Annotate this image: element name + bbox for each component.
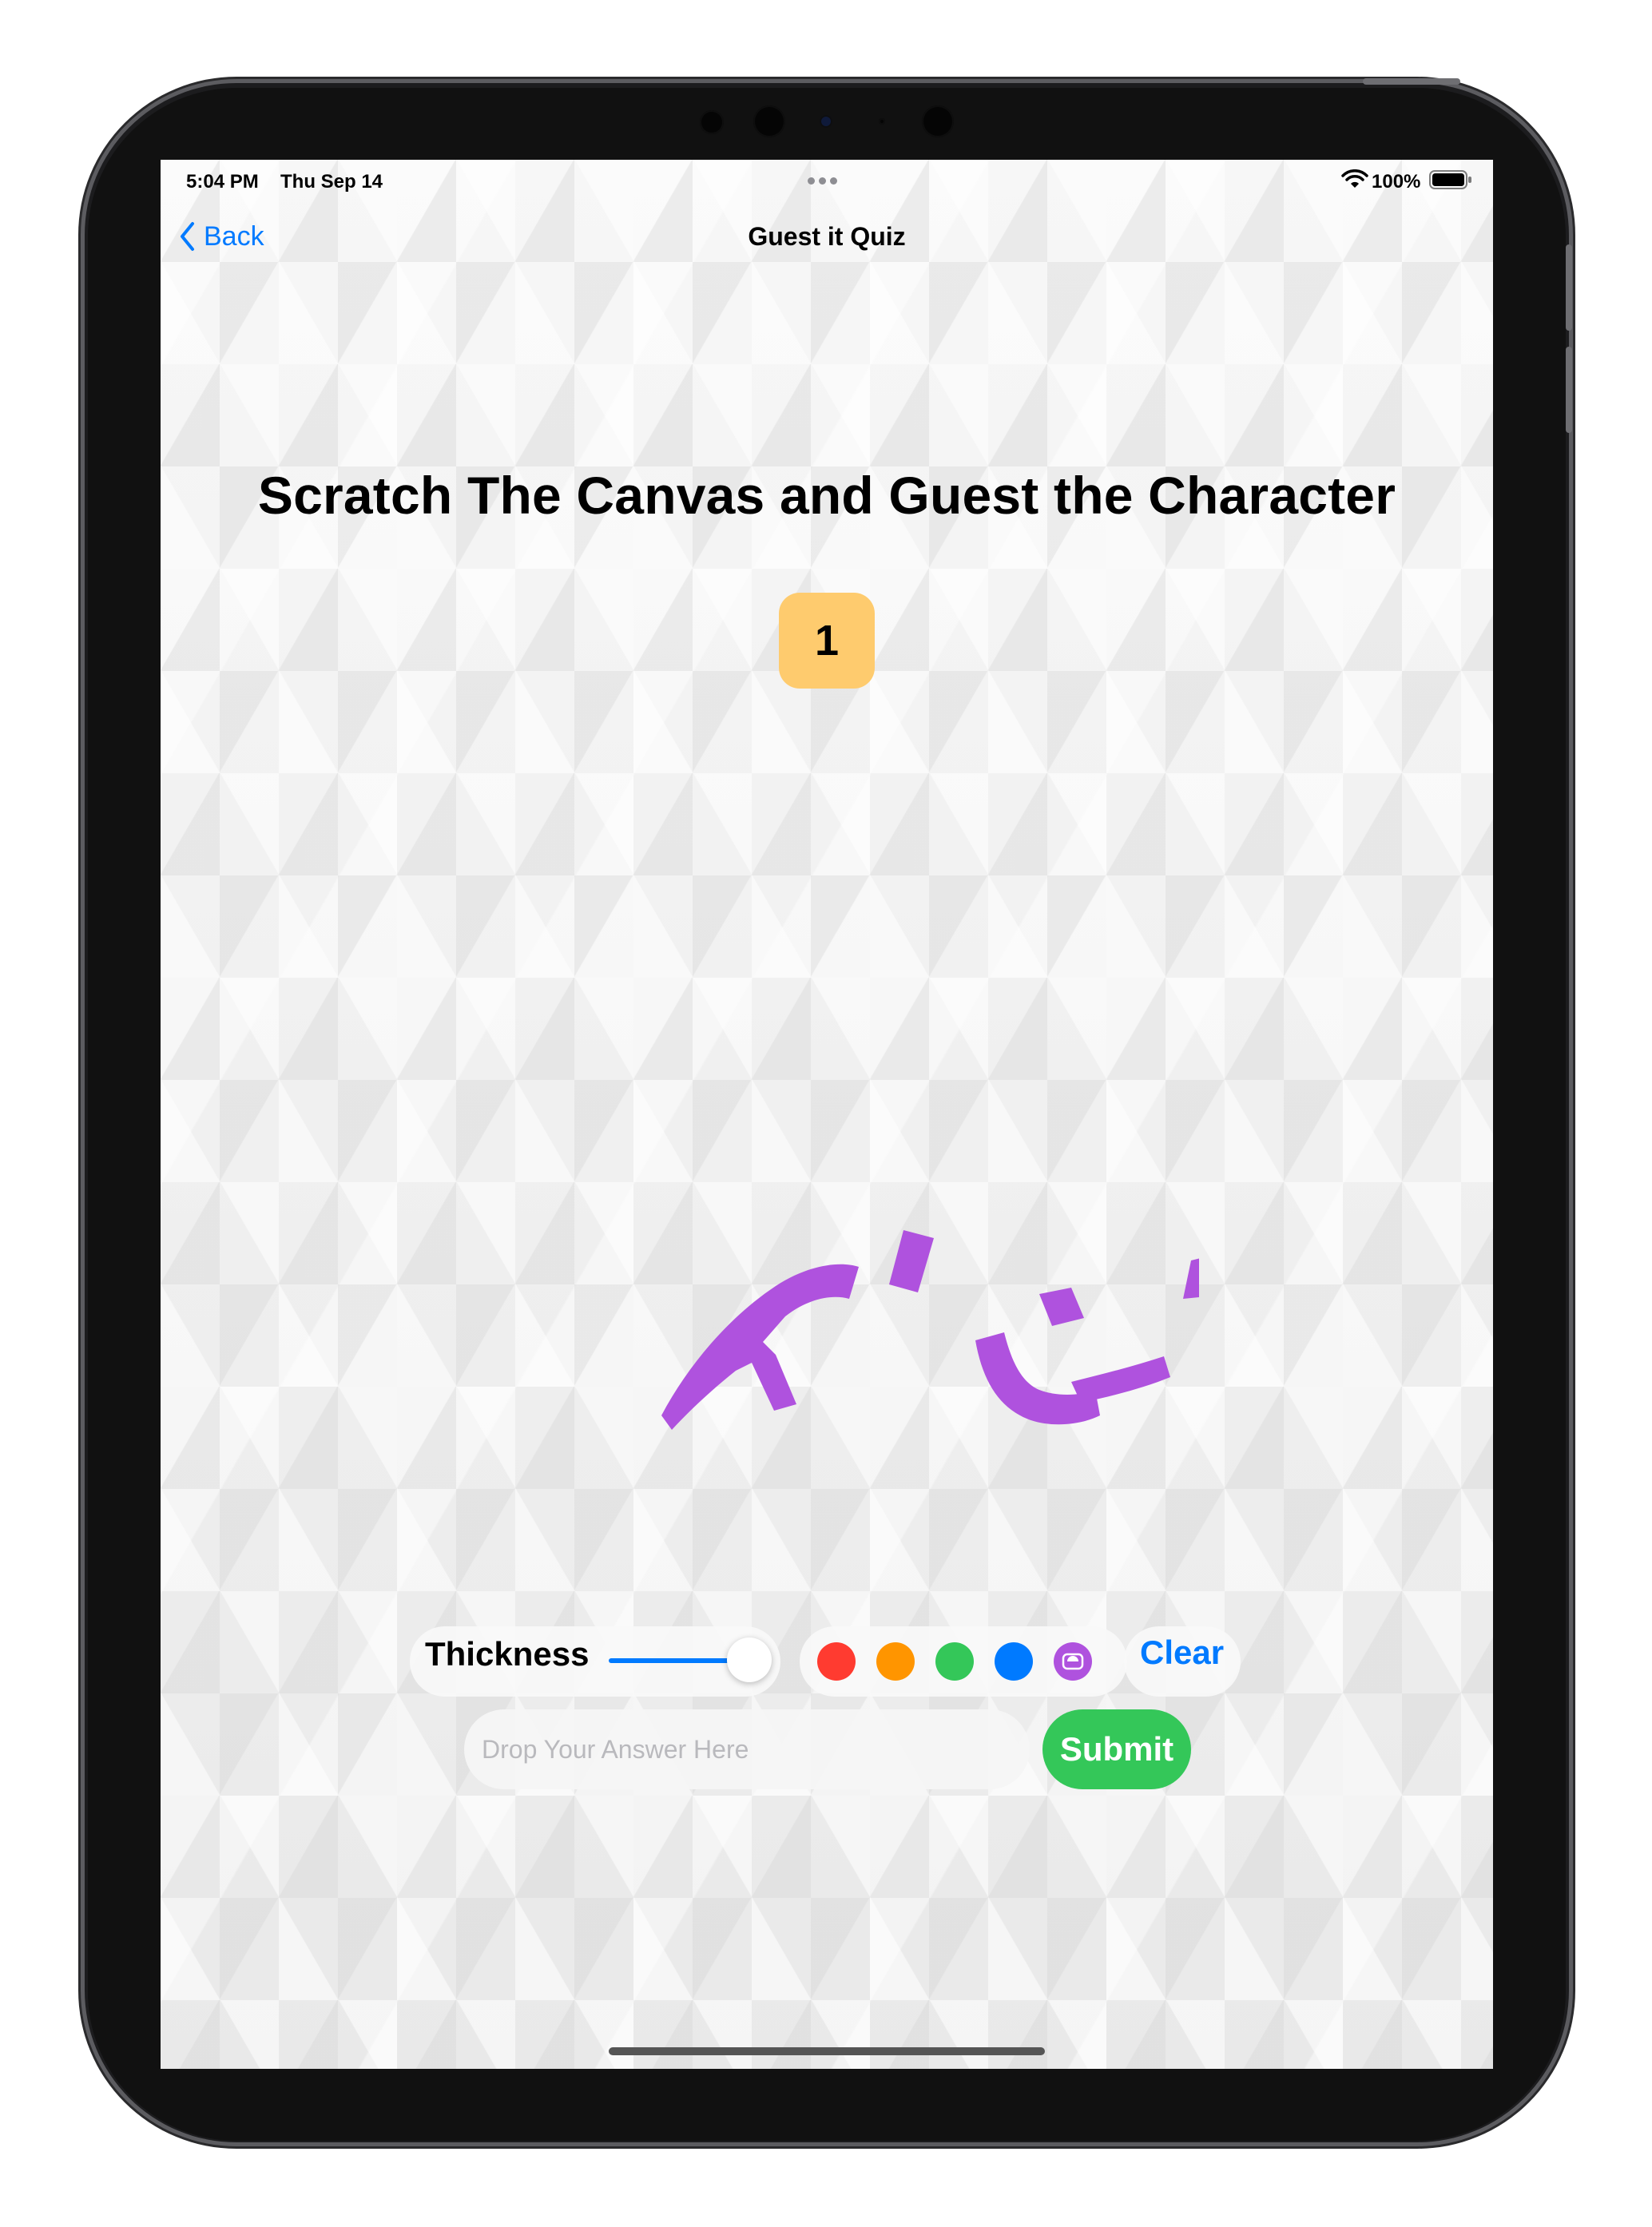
camera-sensor <box>700 110 724 134</box>
scratch-strokes <box>661 1230 1199 1430</box>
selected-color-icon <box>1062 1653 1084 1670</box>
camera-sensor <box>922 105 954 137</box>
top-button <box>1363 78 1460 85</box>
front-camera-icon <box>820 115 832 128</box>
nav-title: Guest it Quiz <box>748 222 906 251</box>
camera-sensor <box>879 118 885 125</box>
battery-percent: 100% <box>1372 171 1421 193</box>
clear-button[interactable]: Clear <box>1140 1634 1224 1672</box>
status-time: 5:04 PM <box>186 171 259 193</box>
wifi-icon <box>1341 169 1368 188</box>
color-swatch-red[interactable] <box>817 1642 856 1681</box>
color-swatch-purple[interactable] <box>1054 1642 1092 1681</box>
answer-input[interactable] <box>464 1709 1030 1789</box>
color-swatch-orange[interactable] <box>876 1642 915 1681</box>
color-swatch-green[interactable] <box>935 1642 974 1681</box>
thickness-label: Thickness <box>425 1635 590 1673</box>
camera-sensor <box>753 105 785 137</box>
page-headline: Scratch The Canvas and Guest the Charact… <box>257 466 1396 525</box>
scratch-canvas[interactable] <box>480 1054 1199 1454</box>
multitasking-dots-icon[interactable] <box>808 177 837 185</box>
color-swatch-blue[interactable] <box>995 1642 1033 1681</box>
volume-up-button <box>1566 244 1572 331</box>
home-indicator[interactable] <box>609 2047 1045 2055</box>
question-number-badge: 1 <box>779 593 875 689</box>
app-screen: 5:04 PM Thu Sep 14 100% Back Guest it Qu… <box>161 160 1493 2069</box>
volume-down-button <box>1566 347 1572 433</box>
status-date: Thu Sep 14 <box>280 171 383 193</box>
submit-button[interactable]: Submit <box>1042 1709 1191 1789</box>
battery-icon <box>1429 170 1471 189</box>
thickness-slider-knob[interactable] <box>727 1638 772 1682</box>
